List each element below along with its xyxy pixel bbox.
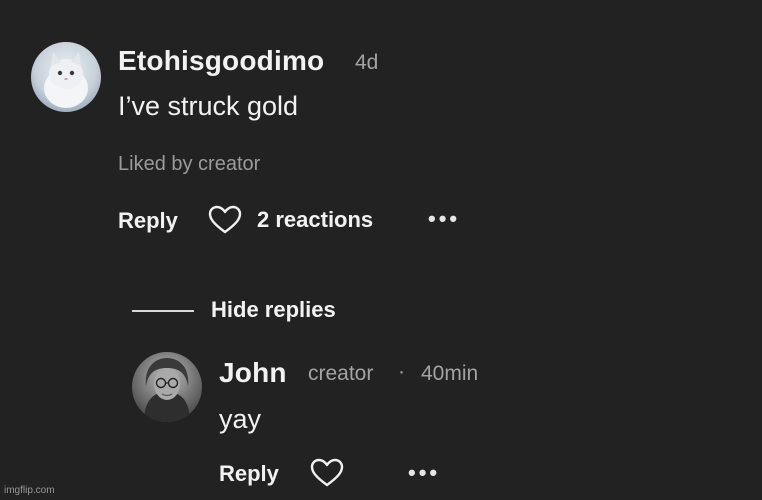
comment-text: I’ve struck gold [118,91,299,121]
watermark: imgflip.com [4,485,55,496]
comment-time: 4d [355,51,379,74]
reply-text: yay [219,404,262,434]
comment-thread: Etohisgoodimo 4d I’ve struck gold Liked … [0,0,762,500]
reply-more-options-button[interactable]: ••• [408,460,440,486]
reply-reply-button[interactable]: Reply [219,461,279,487]
avatar[interactable] [31,42,101,112]
liked-by-creator: Liked by creator [118,153,261,175]
creator-badge: creator [308,362,374,385]
reply-username[interactable]: John [219,357,287,389]
reactions-count[interactable]: 2 reactions [257,207,373,233]
like-button[interactable] [208,205,242,235]
reply-time: 40min [421,362,479,385]
reply-like-button[interactable] [310,458,344,488]
avatar[interactable] [132,352,202,422]
hide-replies-button[interactable]: Hide replies [211,297,336,323]
heart-icon [208,205,242,234]
meta-separator: · [398,360,405,383]
reply-button[interactable]: Reply [118,208,178,234]
heart-icon [310,458,344,487]
replies-divider [132,310,194,312]
more-options-button[interactable]: ••• [428,206,460,232]
comment-username[interactable]: Etohisgoodimo [118,45,324,77]
person-avatar-icon [144,358,190,422]
cat-avatar-icon [44,52,88,108]
